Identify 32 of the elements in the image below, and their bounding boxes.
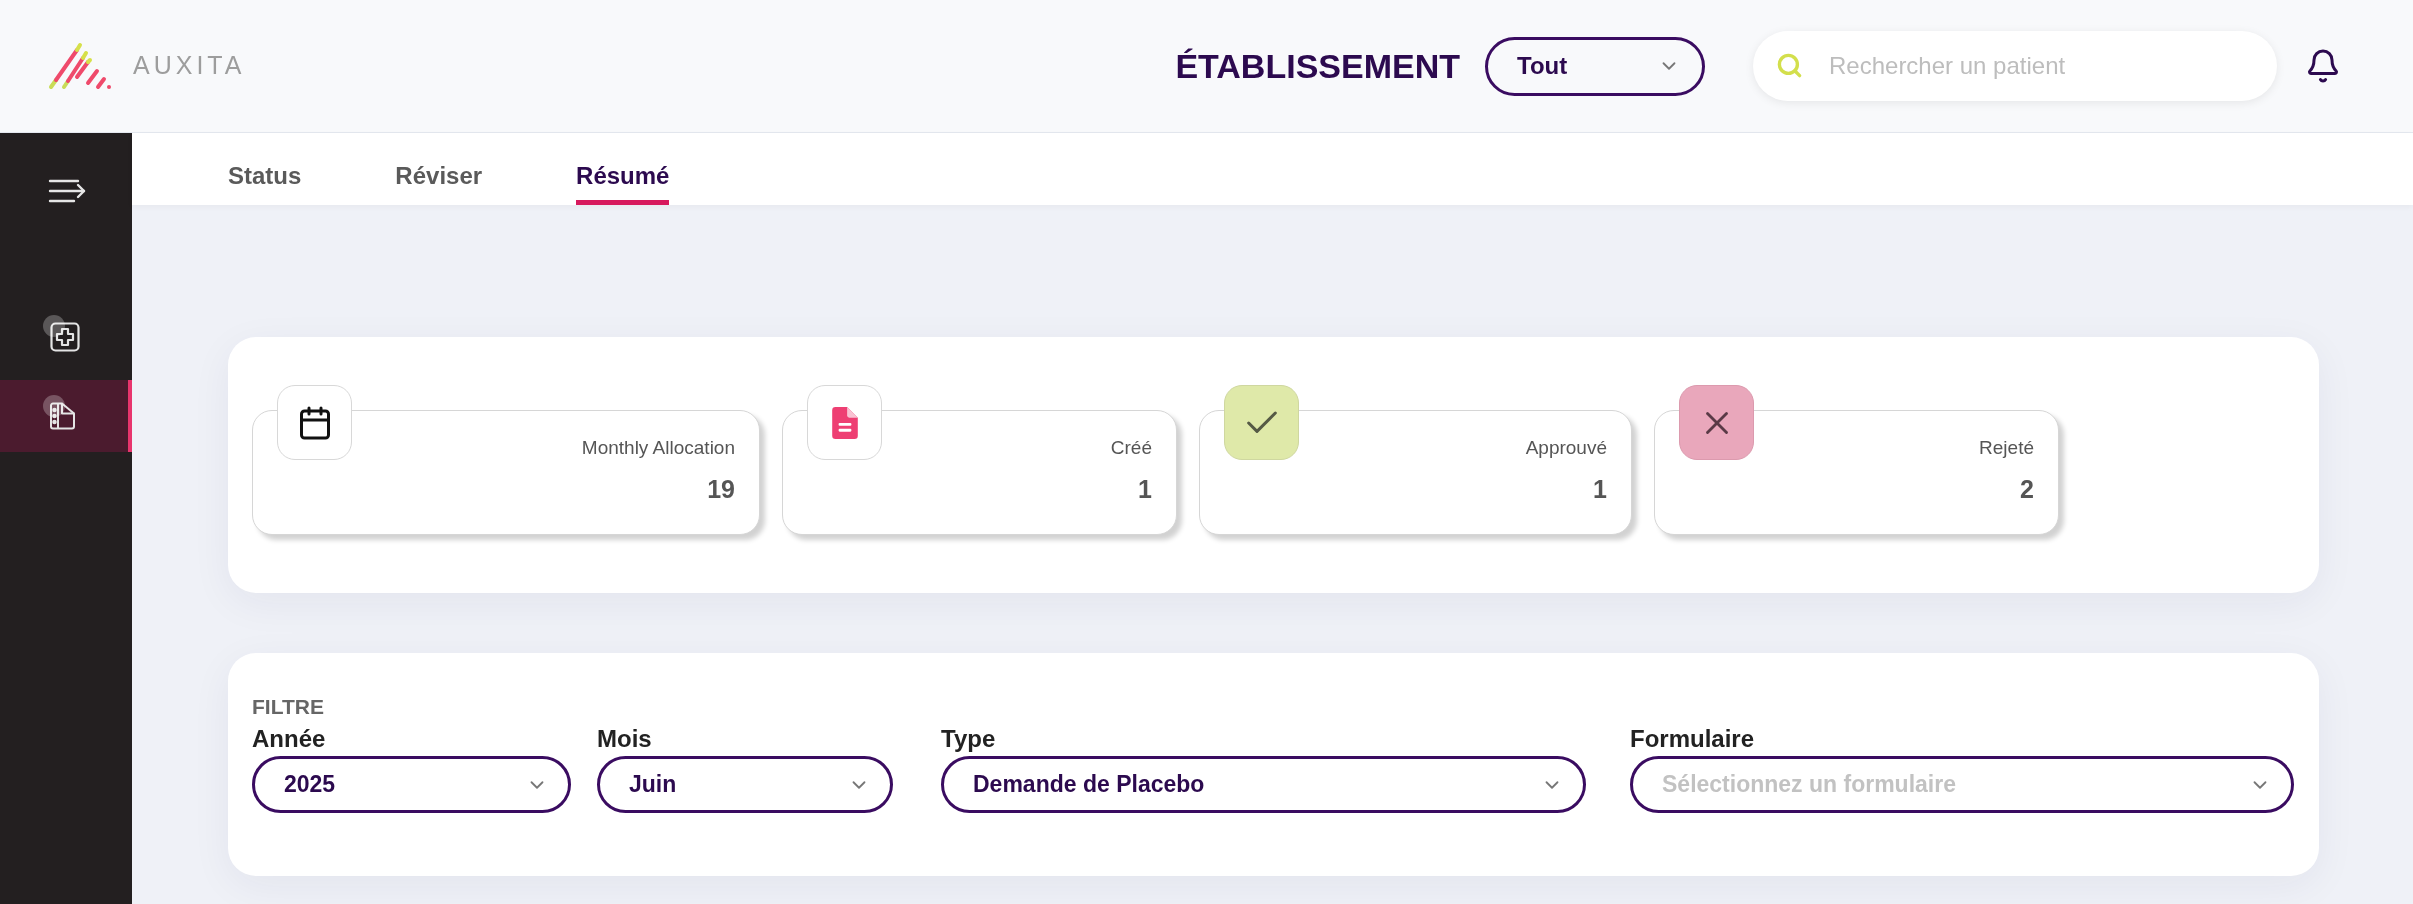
stat-value: 1 bbox=[1138, 474, 1152, 504]
stat-label: Monthly Allocation bbox=[581, 436, 735, 460]
select-field[interactable]: Demande de Placebo bbox=[941, 756, 1586, 813]
close-icon bbox=[1679, 385, 1754, 460]
stat-value: 1 bbox=[1593, 474, 1607, 504]
tab[interactable]: Résumé bbox=[576, 133, 670, 205]
tab[interactable]: Status bbox=[228, 133, 302, 205]
select-field[interactable]: 2025 bbox=[252, 756, 571, 813]
field-label: Mois bbox=[597, 726, 653, 752]
stat-value: 19 bbox=[707, 474, 735, 504]
menu-icon[interactable] bbox=[48, 178, 86, 204]
stat-value: 2 bbox=[2020, 474, 2034, 504]
logo-icon bbox=[48, 42, 112, 90]
search-field[interactable]: Rechercher un patient bbox=[1753, 31, 2277, 101]
sidebar-item[interactable] bbox=[0, 380, 132, 452]
logo-text: AUXITA bbox=[133, 50, 246, 82]
check-icon bbox=[1224, 385, 1299, 460]
establishment-select[interactable]: Tout bbox=[1485, 36, 1705, 96]
filter-title: FILTRE bbox=[252, 695, 325, 719]
tab[interactable]: Réviser bbox=[395, 133, 483, 205]
search-icon bbox=[1776, 52, 1803, 79]
bell-icon[interactable] bbox=[2305, 48, 2341, 84]
field-label: Formulaire bbox=[1630, 726, 1756, 752]
field-label: Type bbox=[941, 726, 997, 752]
select-field[interactable]: Juin bbox=[597, 756, 893, 813]
stat-label: Approuvé bbox=[1525, 436, 1607, 460]
plus-square-icon bbox=[50, 322, 80, 352]
stat-label: Créé bbox=[1110, 436, 1152, 460]
document-list-icon bbox=[50, 402, 76, 430]
stat-label: Rejeté bbox=[1979, 436, 2034, 460]
establishment-label: ÉTABLISSEMENT bbox=[1175, 45, 1460, 87]
field-label: Année bbox=[252, 726, 327, 752]
